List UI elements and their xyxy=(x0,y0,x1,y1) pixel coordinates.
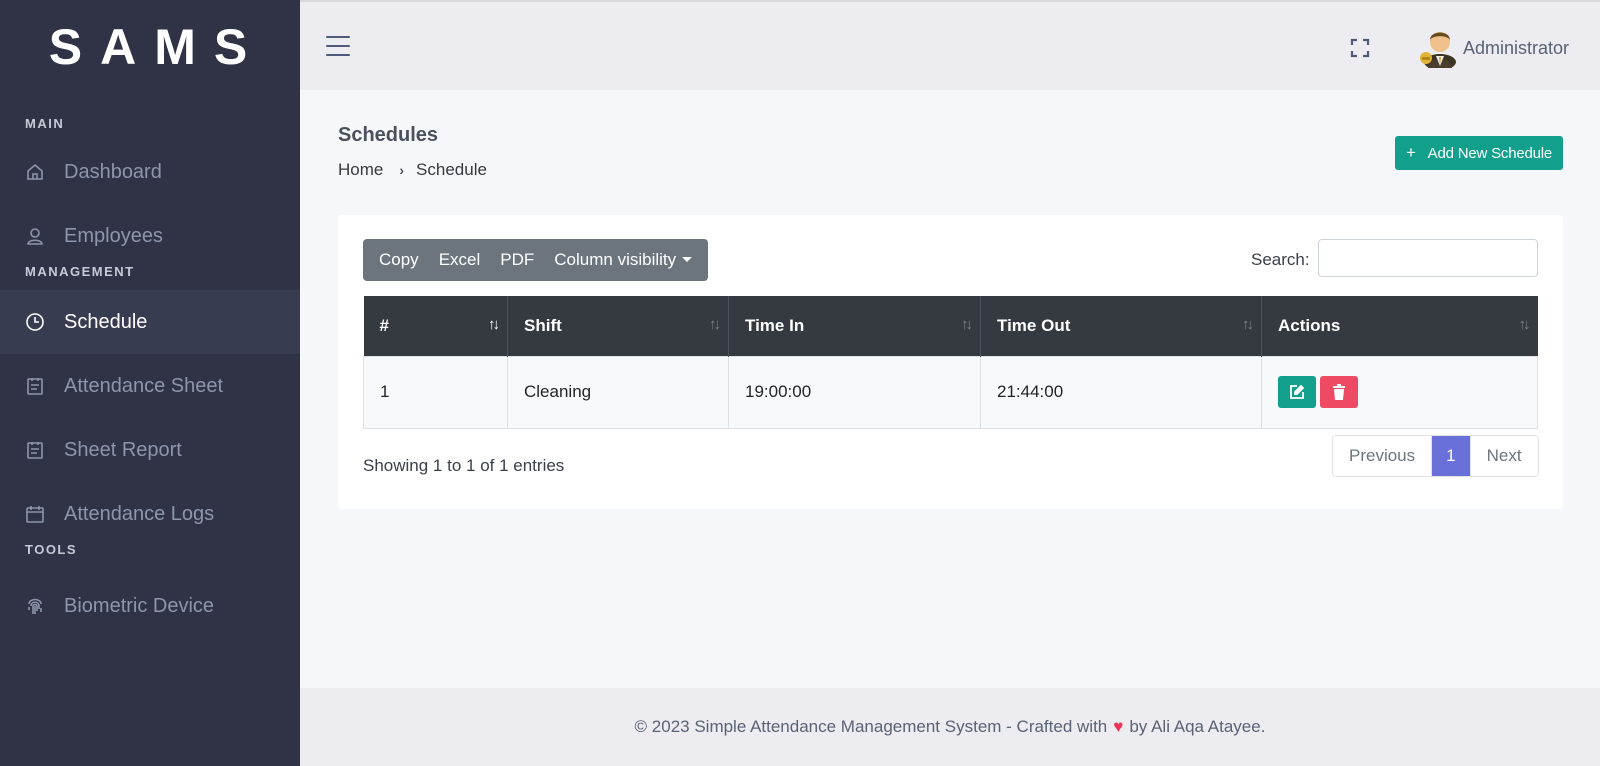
hamburger-icon[interactable] xyxy=(326,36,350,56)
cell-time-in: 19:00:00 xyxy=(728,355,981,429)
header-label: Time Out xyxy=(997,315,1071,335)
cell-time-out: 21:44:00 xyxy=(980,355,1262,429)
user-icon xyxy=(24,225,46,247)
plus-icon: + xyxy=(1405,143,1416,162)
sidebar-item-schedule[interactable]: Schedule xyxy=(0,290,300,354)
search-label: Search: xyxy=(1251,250,1310,269)
sort-icon: ↑↓ xyxy=(488,316,500,333)
topbar: Administrator xyxy=(300,0,1600,90)
export-button-group: Copy Excel PDF Column visibility xyxy=(363,239,709,281)
sort-icon: ↑↓ xyxy=(1518,316,1531,333)
pagination: Previous 1 Next xyxy=(1332,435,1539,477)
clipboard-icon xyxy=(24,439,46,461)
cell-number: 1 xyxy=(363,355,508,429)
header-label: Time In xyxy=(745,315,805,335)
column-visibility-button[interactable]: Column visibility xyxy=(544,239,702,281)
sidebar: SAMS MAIN Dashboard Employees MANAGEMENT… xyxy=(0,0,300,766)
sort-icon: ↑↓ xyxy=(961,316,973,333)
header-label: Shift xyxy=(524,315,562,335)
brand-logo[interactable]: SAMS xyxy=(0,0,300,94)
clipboard-icon xyxy=(24,375,46,397)
sidebar-item-label: Attendance Logs xyxy=(64,502,215,525)
home-icon xyxy=(24,161,46,183)
sidebar-item-label: Attendance Sheet xyxy=(64,374,224,397)
sidebar-item-label: Employees xyxy=(64,224,163,247)
add-schedule-label: Add New Schedule xyxy=(1427,144,1553,162)
fullscreen-icon[interactable] xyxy=(1350,38,1370,58)
footer-text-after: by Ali Aqa Atayee. xyxy=(1129,717,1266,736)
cell-shift: Cleaning xyxy=(507,355,729,429)
sidebar-section-tools: TOOLS xyxy=(25,542,78,557)
header-label: Actions xyxy=(1278,315,1341,335)
table-row: 1 Cleaning 19:00:00 21:44:00 xyxy=(363,355,1538,429)
sidebar-item-label: Schedule xyxy=(64,310,148,333)
breadcrumb-current: Schedule xyxy=(416,160,487,179)
sidebar-item-label: Biometric Device xyxy=(64,594,215,617)
sidebar-item-attendance-sheet[interactable]: Attendance Sheet xyxy=(0,354,300,418)
sort-icon: ↑↓ xyxy=(1242,316,1254,333)
breadcrumb: Home › Schedule xyxy=(338,160,487,180)
sidebar-item-dashboard[interactable]: Dashboard xyxy=(0,140,300,204)
user-name[interactable]: Administrator xyxy=(1463,38,1569,59)
footer: © 2023 Simple Attendance Management Syst… xyxy=(300,688,1600,766)
breadcrumb-home[interactable]: Home xyxy=(338,160,383,180)
cell-actions xyxy=(1261,355,1538,429)
column-header-shift[interactable]: Shift ↑↓ xyxy=(507,296,729,356)
column-header-actions[interactable]: Actions ↑↓ xyxy=(1261,296,1538,356)
schedule-card: Copy Excel PDF Column visibility Search:… xyxy=(338,215,1563,509)
trash-icon xyxy=(1333,384,1345,400)
chevron-right-icon: › xyxy=(399,162,405,178)
sidebar-item-attendance-logs[interactable]: Attendance Logs xyxy=(0,482,300,546)
schedule-table: # ↑↓ Shift ↑↓ Time In ↑↓ Time Out ↑↓ Act… xyxy=(363,296,1538,429)
add-schedule-button[interactable]: + Add New Schedule xyxy=(1395,136,1563,170)
fingerprint-icon xyxy=(24,595,46,617)
table-header-row: # ↑↓ Shift ↑↓ Time In ↑↓ Time Out ↑↓ Act… xyxy=(363,296,1538,356)
next-page-button[interactable]: Next xyxy=(1469,436,1538,476)
copy-button[interactable]: Copy xyxy=(369,239,429,281)
column-header-number[interactable]: # ↑↓ xyxy=(363,296,508,356)
heart-icon: ♥ xyxy=(1113,717,1124,736)
sidebar-item-employees[interactable]: Employees xyxy=(0,204,300,268)
avatar[interactable] xyxy=(1418,24,1458,70)
edit-button[interactable] xyxy=(1278,376,1316,408)
page-1-button[interactable]: 1 xyxy=(1431,436,1470,476)
sidebar-item-sheet-report[interactable]: Sheet Report xyxy=(0,418,300,482)
header-label: # xyxy=(379,315,389,335)
pdf-button[interactable]: PDF xyxy=(490,239,544,281)
clock-icon xyxy=(24,311,46,333)
footer-text-before: © 2023 Simple Attendance Management Syst… xyxy=(634,717,1108,736)
sidebar-section-management: MANAGEMENT xyxy=(25,264,135,279)
delete-button[interactable] xyxy=(1320,376,1358,408)
calendar-icon xyxy=(24,503,46,525)
previous-page-button[interactable]: Previous xyxy=(1333,436,1432,476)
sort-icon: ↑↓ xyxy=(709,316,721,333)
column-visibility-label: Column visibility xyxy=(554,250,677,269)
sidebar-section-main: MAIN xyxy=(25,116,65,131)
caret-down-icon xyxy=(682,256,693,262)
sidebar-item-label: Sheet Report xyxy=(64,438,182,461)
sidebar-item-label: Dashboard xyxy=(64,160,162,183)
excel-button[interactable]: Excel xyxy=(429,239,491,281)
edit-icon xyxy=(1290,384,1305,399)
column-header-time-in[interactable]: Time In ↑↓ xyxy=(728,296,981,356)
sidebar-item-biometric-device[interactable]: Biometric Device xyxy=(0,574,300,638)
search-input[interactable] xyxy=(1318,239,1538,277)
table-info: Showing 1 to 1 of 1 entries xyxy=(363,456,565,475)
page-title: Schedules xyxy=(338,124,439,146)
column-header-time-out[interactable]: Time Out ↑↓ xyxy=(980,296,1262,356)
